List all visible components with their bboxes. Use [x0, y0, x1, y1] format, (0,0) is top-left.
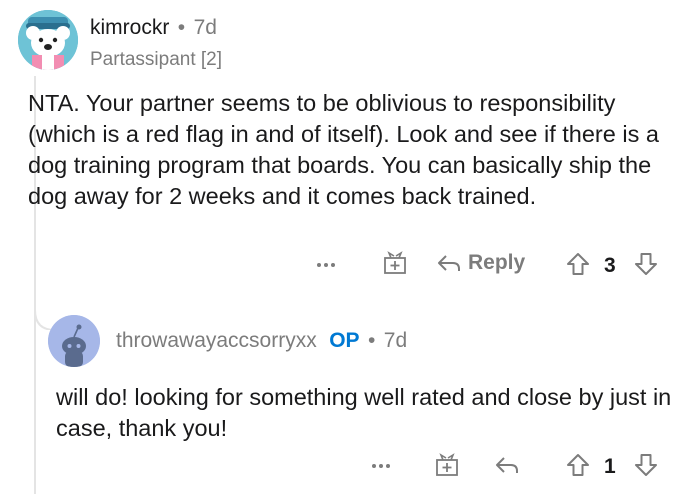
reply-icon: [438, 255, 460, 271]
reply-avatar[interactable]: [48, 315, 100, 367]
reply-upvote-button[interactable]: [565, 452, 591, 478]
snoo-avatar-icon: [48, 315, 100, 367]
user-flair: Partassipant [2]: [90, 49, 223, 70]
gift-icon: [436, 453, 458, 476]
comment-meta: kimrockr • 7d: [90, 16, 217, 40]
reply-award-button[interactable]: [434, 452, 460, 478]
award-button[interactable]: [382, 250, 408, 276]
reply-vote-score: 1: [604, 455, 616, 478]
reply-icon: [496, 457, 518, 473]
op-badge: OP: [329, 329, 360, 352]
reply-meta: throwawayaccsorryxx OP • 7d: [116, 329, 407, 353]
reply-username[interactable]: throwawayaccsorryxx: [116, 329, 317, 352]
comment-body: NTA. Your partner seems to be oblivious …: [28, 90, 659, 209]
comment-age[interactable]: 7d: [194, 16, 217, 39]
bear-avatar-icon: [18, 10, 78, 70]
upvote-icon: [567, 253, 589, 275]
username[interactable]: kimrockr: [90, 16, 169, 39]
more-button[interactable]: [315, 252, 337, 274]
vote-score: 3: [604, 254, 616, 277]
reply-body: will do! looking for something well rate…: [56, 384, 672, 441]
reply-downvote-button[interactable]: [633, 452, 659, 478]
gift-icon: [384, 251, 406, 274]
upvote-icon: [567, 454, 589, 476]
meta-separator: •: [177, 16, 186, 39]
reply-age[interactable]: 7d: [384, 329, 407, 352]
upvote-button[interactable]: [565, 251, 591, 277]
downvote-button[interactable]: [633, 251, 659, 277]
meta-separator: •: [367, 329, 376, 352]
downvote-icon: [635, 253, 657, 275]
reply-button[interactable]: Reply: [436, 250, 525, 276]
reply-reply-button[interactable]: [494, 452, 520, 478]
more-icon: [317, 263, 335, 267]
reply-label: Reply: [468, 251, 526, 274]
avatar[interactable]: [18, 10, 78, 70]
reply-more-button[interactable]: [370, 453, 392, 475]
downvote-icon: [635, 454, 657, 476]
more-icon: [372, 464, 390, 468]
